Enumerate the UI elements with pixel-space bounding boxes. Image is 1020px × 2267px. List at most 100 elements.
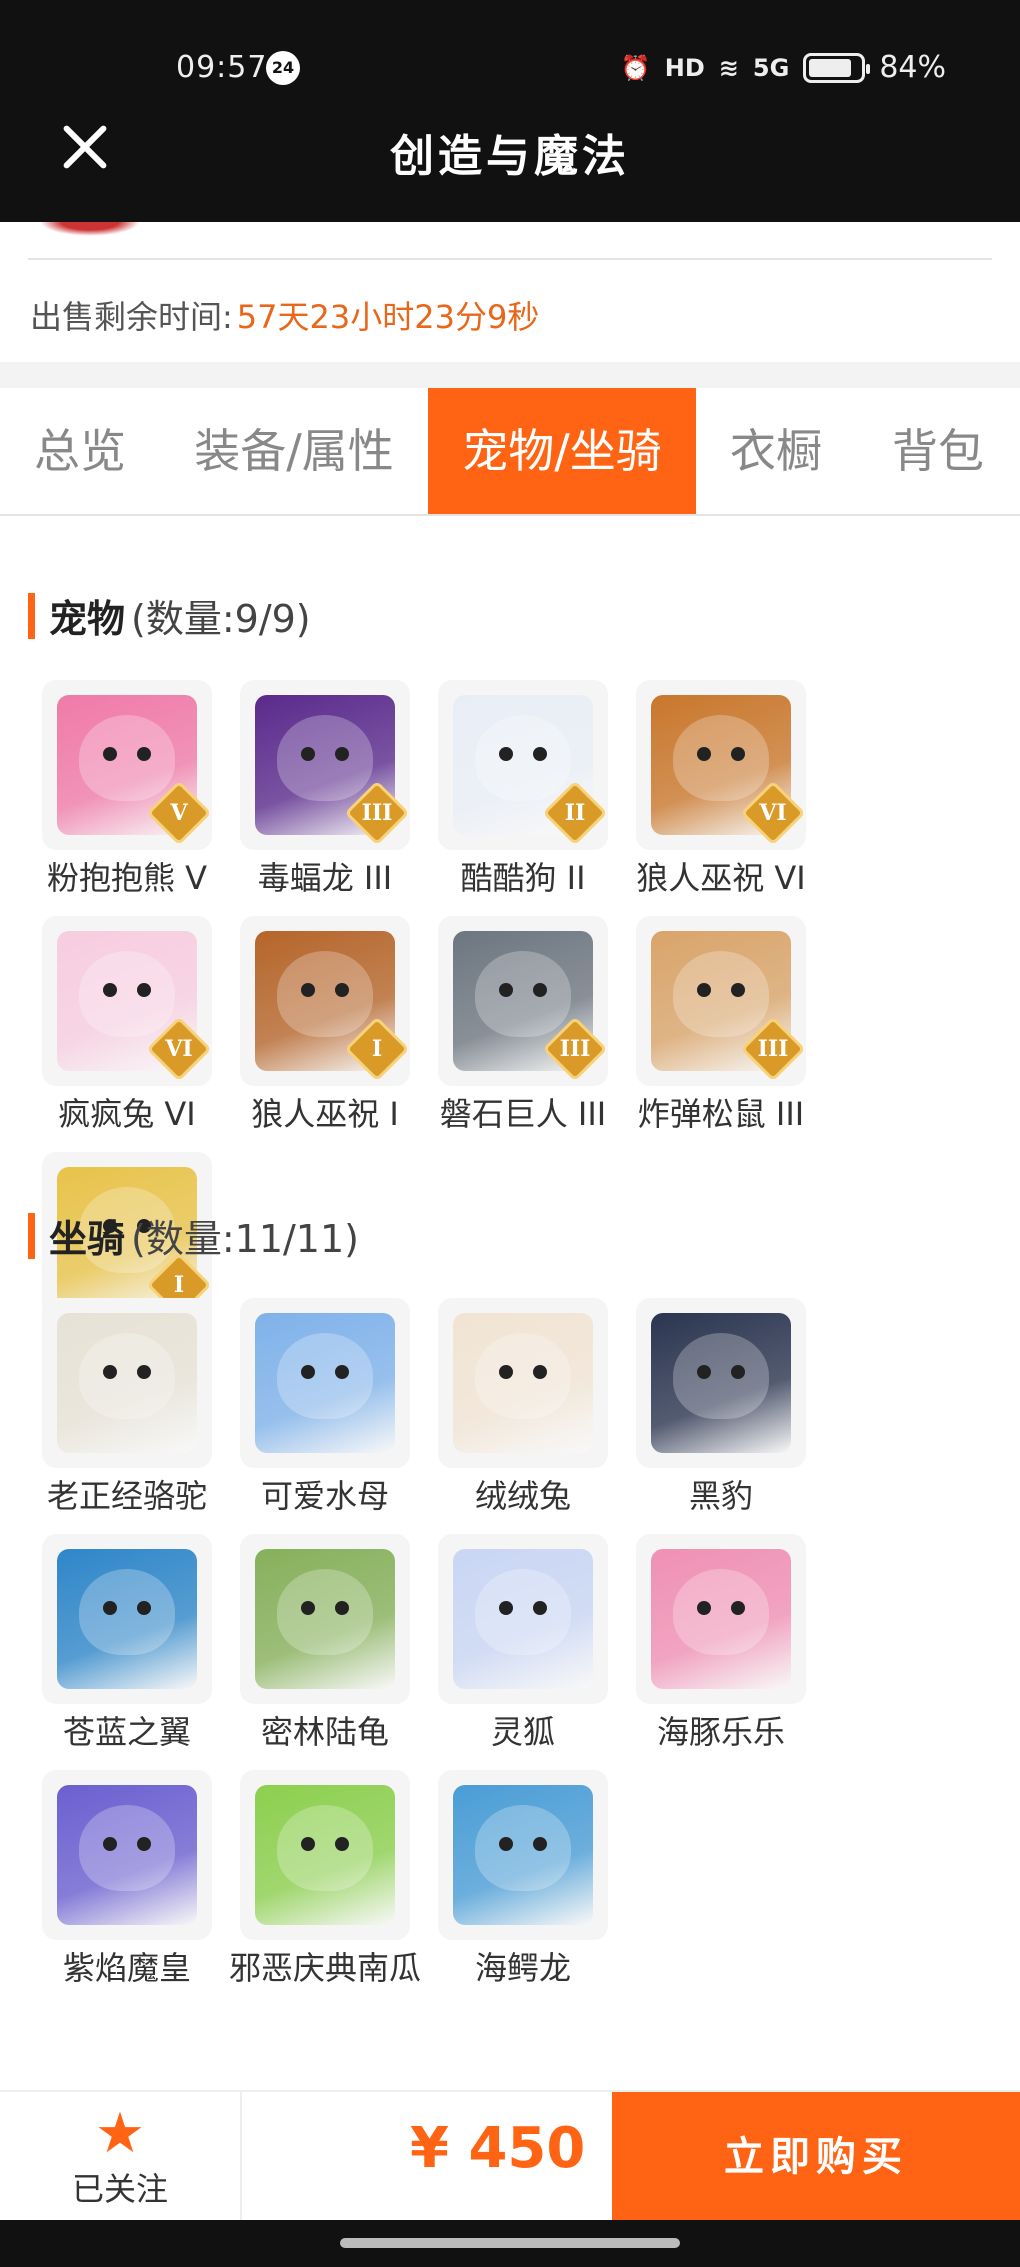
mount-name: 紫焰魔皇 — [62, 1949, 191, 1987]
pet-item[interactable]: III 毒蝠龙 III — [226, 680, 424, 898]
mount-item[interactable]: 邪恶庆典南瓜 — [226, 1770, 424, 1988]
avatar — [40, 222, 140, 236]
mount-artwork — [57, 1549, 197, 1689]
mount-name: 灵狐 — [490, 1713, 555, 1751]
pet-name: 磐石巨人 III — [439, 1095, 607, 1133]
system-nav-bar — [0, 2220, 1020, 2267]
hd-icon: HD — [664, 53, 705, 82]
notification-count-badge: 24 — [266, 51, 300, 85]
mount-item[interactable]: 苍蓝之翼 — [28, 1534, 226, 1752]
mount-name: 黑豹 — [688, 1477, 753, 1515]
mount-thumbnail — [240, 1298, 410, 1468]
pets-title: 宠物 — [49, 597, 126, 641]
section-gap — [0, 362, 1020, 388]
home-indicator[interactable] — [340, 2238, 680, 2248]
pet-thumbnail: III — [636, 916, 806, 1086]
sale-time-value: 57天23小时23分9秒 — [236, 298, 540, 336]
buy-now-button[interactable]: 立即购买 — [612, 2092, 1020, 2222]
pet-name: 狼人巫祝 I — [251, 1095, 399, 1133]
pet-thumbnail: II — [438, 680, 608, 850]
mount-artwork — [651, 1549, 791, 1689]
signal-5g-icon: 5G — [752, 53, 790, 82]
tab-backpack[interactable]: 背包 — [856, 388, 1020, 514]
mount-item[interactable]: 老正经骆驼 — [28, 1298, 226, 1516]
pet-name: 粉抱抱熊 V — [46, 859, 208, 897]
sale-remaining-time: 出售剩余时间: 57天23小时23分9秒 — [30, 292, 539, 338]
mount-artwork — [57, 1785, 197, 1925]
mount-name: 邪恶庆典南瓜 — [228, 1949, 421, 1987]
tab-equipment-attributes[interactable]: 装备/属性 — [160, 388, 428, 514]
pet-name: 酷酷狗 II — [460, 859, 586, 897]
follow-label: 已关注 — [71, 2170, 168, 2208]
top-bar: 09:57 24 ⏰ HD ≋ 5G 84% 创造与魔法 — [0, 0, 1020, 222]
divider — [28, 258, 992, 260]
mount-name: 可爱水母 — [260, 1477, 389, 1515]
pet-thumbnail: III — [438, 916, 608, 1086]
section-accent-bar — [28, 592, 35, 639]
follow-button[interactable]: ★ 已关注 — [0, 2092, 242, 2222]
mount-thumbnail — [438, 1298, 608, 1468]
mount-item[interactable]: 黑豹 — [622, 1298, 820, 1516]
mount-thumbnail — [42, 1770, 212, 1940]
pets-section-header: 宠物 (数量:9/9) — [28, 588, 311, 643]
mount-name: 海豚乐乐 — [656, 1713, 785, 1751]
pet-item[interactable]: III 磐石巨人 III — [424, 916, 622, 1134]
status-icons: ⏰ HD ≋ 5G 84% — [621, 50, 946, 85]
mount-thumbnail — [438, 1534, 608, 1704]
pet-name: 狼人巫祝 VI — [636, 859, 806, 897]
pet-name: 疯疯兔 VI — [58, 1095, 196, 1133]
tab-pets-mounts[interactable]: 宠物/坐骑 — [428, 388, 696, 514]
pet-item[interactable]: VI 疯疯兔 VI — [28, 916, 226, 1134]
mount-item[interactable]: 灵狐 — [424, 1534, 622, 1752]
battery-icon — [803, 52, 871, 83]
pet-thumbnail: VI — [42, 916, 212, 1086]
status-bar: 09:57 24 ⏰ HD ≋ 5G 84% — [0, 44, 1020, 90]
pets-grid: V 粉抱抱熊 V III 毒蝠龙 III II 酷酷狗 II VI 狼人巫祝 VI VI 疯疯兔 … — [28, 680, 1008, 1388]
mount-artwork — [453, 1313, 593, 1453]
pet-thumbnail: V — [42, 680, 212, 850]
mounts-grid: 老正经骆驼 可爱水母 绒绒兔 黑豹苍蓝之翼 密林陆龟 灵狐 海豚乐乐紫焰魔皇 邪恶庆典南瓜 海鳄… — [28, 1298, 1008, 2006]
mount-artwork — [255, 1313, 395, 1453]
mount-thumbnail — [42, 1298, 212, 1468]
mount-thumbnail — [240, 1534, 410, 1704]
pet-item[interactable]: I 狼人巫祝 I — [226, 916, 424, 1134]
wifi-icon: ≋ — [718, 53, 739, 82]
mount-artwork — [255, 1549, 395, 1689]
alarm-icon: ⏰ — [620, 53, 651, 82]
pets-count: (数量:9/9) — [131, 597, 311, 641]
tab-wardrobe[interactable]: 衣橱 — [696, 388, 856, 514]
mount-artwork — [255, 1785, 395, 1925]
mount-thumbnail — [438, 1770, 608, 1940]
mount-name: 绒绒兔 — [474, 1477, 571, 1515]
mount-item[interactable]: 海鳄龙 — [424, 1770, 622, 1988]
mount-thumbnail — [240, 1770, 410, 1940]
mount-thumbnail — [42, 1534, 212, 1704]
mount-item[interactable]: 绒绒兔 — [424, 1298, 622, 1516]
tab-overview[interactable]: 总览 — [0, 388, 160, 514]
mount-item[interactable]: 海豚乐乐 — [622, 1534, 820, 1752]
page-title: 创造与魔法 — [390, 131, 630, 182]
pet-item[interactable]: III 炸弹松鼠 III — [622, 916, 820, 1134]
pet-thumbnail: VI — [636, 680, 806, 850]
mount-artwork — [453, 1785, 593, 1925]
pet-thumbnail: I — [240, 916, 410, 1086]
pet-item[interactable]: VI 狼人巫祝 VI — [622, 680, 820, 898]
pet-name: 毒蝠龙 III — [257, 859, 393, 897]
mount-item[interactable]: 密林陆龟 — [226, 1534, 424, 1752]
mount-item[interactable]: 紫焰魔皇 — [28, 1770, 226, 1988]
mount-name: 老正经骆驼 — [46, 1477, 207, 1515]
purchase-bar: ★ 已关注 ¥ 450 立即购买 — [0, 2090, 1020, 2222]
pet-thumbnail: III — [240, 680, 410, 850]
mount-artwork — [453, 1549, 593, 1689]
mounts-count: (数量:11/11) — [131, 1217, 359, 1261]
mount-thumbnail — [636, 1534, 806, 1704]
tab-bar: 总览 装备/属性 宠物/坐骑 衣橱 背包 — [0, 388, 1020, 516]
battery-percent: 84% — [879, 50, 946, 85]
pet-name: 炸弹松鼠 III — [637, 1095, 805, 1133]
star-icon: ★ — [94, 2101, 146, 2166]
pet-item[interactable]: II 酷酷狗 II — [424, 680, 622, 898]
pet-item[interactable]: V 粉抱抱熊 V — [28, 680, 226, 898]
mount-thumbnail — [636, 1298, 806, 1468]
title-bar: 创造与魔法 — [0, 110, 1020, 190]
mount-item[interactable]: 可爱水母 — [226, 1298, 424, 1516]
